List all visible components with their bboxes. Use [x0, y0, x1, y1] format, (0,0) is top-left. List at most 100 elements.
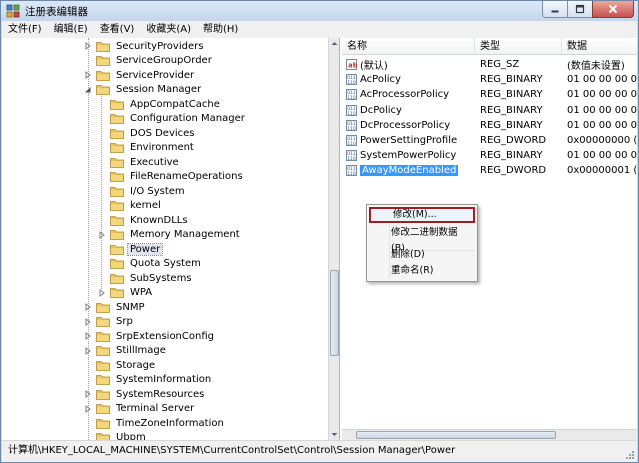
- value-row[interactable]: 011 110 AcPolicy REG_BINARY 01 00 00 00 06: [342, 72, 637, 87]
- column-header-name[interactable]: 名称: [342, 38, 475, 55]
- svg-text:110: 110: [347, 95, 356, 100]
- tree-item[interactable]: Terminal Server: [84, 402, 196, 416]
- value-row[interactable]: 011 110 AcProcessorPolicy REG_BINARY 01 00 0…: [342, 87, 637, 102]
- value-name-cell: 011 110 SystemPowerPolicy: [342, 150, 475, 162]
- tree-item[interactable]: Executive: [98, 155, 181, 169]
- tree-item[interactable]: FileRenameOperations: [98, 170, 245, 184]
- tree-item[interactable]: ServiceProvider: [84, 68, 196, 82]
- tree-item[interactable]: SystemResources: [84, 387, 206, 401]
- registry-tree[interactable]: SecurityProviders ServiceGroupOrder Servic…: [2, 38, 340, 440]
- context-menu: 修改(M)... 修改二进制数据(B)... 删除(D) 重命名(R): [366, 204, 478, 282]
- tree-item[interactable]: ServiceGroupOrder: [84, 54, 214, 68]
- expand-arrow-icon[interactable]: [84, 317, 92, 326]
- value-type-cell: REG_BINARY: [480, 89, 543, 101]
- tree-item[interactable]: SNMP: [84, 300, 147, 314]
- menu-help[interactable]: 帮助(H): [197, 21, 244, 38]
- context-rename[interactable]: 重命名(R): [369, 263, 475, 279]
- resize-grip-icon[interactable]: [625, 450, 635, 460]
- folder-icon: [110, 171, 124, 182]
- value-row[interactable]: ab (默认) REG_SZ (数值未设置): [342, 57, 637, 72]
- context-modify-binary[interactable]: 修改二进制数据(B)...: [369, 225, 475, 254]
- tree-item[interactable]: SystemInformation: [84, 373, 213, 387]
- collapse-arrow-icon[interactable]: [84, 86, 92, 94]
- tree-item[interactable]: SubSystems: [98, 271, 194, 285]
- value-name: DcProcessorPolicy: [360, 119, 451, 131]
- value-row[interactable]: 011 110 DcProcessorPolicy REG_BINARY 01 00 0…: [342, 118, 637, 133]
- tree-item[interactable]: Environment: [98, 141, 196, 155]
- folder-icon: [96, 418, 110, 429]
- column-header-data[interactable]: 数据: [562, 38, 637, 55]
- tree-item[interactable]: SecurityProviders: [84, 39, 205, 53]
- title-bar[interactable]: 注册表编辑器: [1, 1, 638, 21]
- value-type-cell: REG_BINARY: [480, 104, 543, 116]
- expand-arrow-icon[interactable]: [98, 288, 106, 297]
- context-modify[interactable]: 修改(M)...: [369, 207, 475, 223]
- tree-item[interactable]: TimeZoneInformation: [84, 416, 226, 430]
- scroll-up-icon[interactable]: [329, 38, 340, 49]
- minimize-button[interactable]: [542, 1, 568, 18]
- folder-icon: [110, 99, 124, 110]
- column-header-type[interactable]: 类型: [475, 38, 562, 55]
- regedit-icon: [6, 4, 20, 18]
- menu-edit[interactable]: 编辑(E): [48, 21, 94, 38]
- tree-item[interactable]: Configuration Manager: [98, 112, 247, 126]
- menu-favorites[interactable]: 收藏夹(A): [140, 21, 197, 38]
- expand-arrow-icon[interactable]: [84, 390, 92, 398]
- expand-arrow-icon[interactable]: [84, 303, 92, 311]
- tree-item[interactable]: DOS Devices: [98, 126, 197, 140]
- expand-arrow-icon[interactable]: [98, 230, 106, 239]
- expand-arrow-icon[interactable]: [84, 71, 92, 79]
- tree-item[interactable]: Power: [98, 242, 164, 256]
- value-type-cell: REG_BINARY: [480, 74, 543, 86]
- tree-item[interactable]: Storage: [84, 358, 157, 372]
- expand-arrow-icon[interactable]: [84, 42, 92, 50]
- tree-item[interactable]: AppCompatCache: [98, 97, 222, 111]
- list-horizontal-scrollbar[interactable]: [342, 429, 637, 440]
- tree-item-label: SrpExtensionConfig: [116, 330, 214, 342]
- menu-view[interactable]: 查看(V): [94, 21, 141, 38]
- value-row[interactable]: 011 110 AwayModeEnabled REG_DWORD 0x00000001…: [342, 163, 637, 178]
- svg-text:110: 110: [347, 110, 356, 115]
- tree-item[interactable]: Quota System: [98, 257, 203, 271]
- tree-item[interactable]: KnownDLLs: [98, 213, 190, 227]
- tree-item[interactable]: SrpExtensionConfig: [84, 329, 216, 343]
- tree-item-label: Executive: [130, 156, 179, 168]
- value-data-cell: 01 00 00 00 06: [567, 104, 637, 116]
- value-row[interactable]: 011 110 DcPolicy REG_BINARY 01 00 00 00 06: [342, 103, 637, 118]
- tree-item[interactable]: kernel: [98, 199, 163, 213]
- binary-value-icon: 011 110: [346, 150, 357, 162]
- value-name-cell: 011 110 AcProcessorPolicy: [342, 89, 475, 101]
- folder-icon: [110, 142, 124, 153]
- folder-icon: [110, 244, 124, 255]
- folder-icon: [110, 215, 124, 226]
- expand-arrow-icon[interactable]: [84, 346, 92, 355]
- folder-icon: [96, 432, 110, 440]
- folder-icon: [110, 186, 124, 197]
- value-row[interactable]: 011 110 SystemPowerPolicy REG_BINARY 01 00 0…: [342, 148, 637, 163]
- tree-item-label: Quota System: [130, 258, 201, 269]
- tree-item[interactable]: WPA: [98, 286, 154, 300]
- tree-item[interactable]: Ubpm: [84, 431, 148, 440]
- tree-item-label: I/O System: [130, 185, 185, 197]
- expand-arrow-icon[interactable]: [84, 332, 92, 340]
- maximize-button[interactable]: [567, 1, 593, 18]
- tree-item[interactable]: I/O System: [98, 184, 187, 198]
- tree-item[interactable]: Memory Management: [98, 228, 242, 242]
- scroll-thumb[interactable]: [356, 431, 556, 439]
- scroll-down-icon[interactable]: [329, 429, 340, 440]
- context-delete[interactable]: 删除(D): [369, 247, 475, 263]
- folder-icon: [110, 273, 124, 284]
- value-row[interactable]: 011 110 PowerSettingProfile REG_DWORD 0x0000…: [342, 133, 637, 148]
- tree-item[interactable]: StillImage: [84, 344, 168, 358]
- tree-item[interactable]: Session Manager: [84, 83, 203, 97]
- scroll-thumb[interactable]: [330, 270, 339, 356]
- expand-arrow-icon[interactable]: [84, 404, 92, 413]
- close-button[interactable]: [592, 1, 634, 18]
- menu-file[interactable]: 文件(F): [2, 21, 48, 38]
- tree-vertical-scrollbar[interactable]: [328, 38, 339, 440]
- tree-item[interactable]: Srp: [84, 315, 135, 329]
